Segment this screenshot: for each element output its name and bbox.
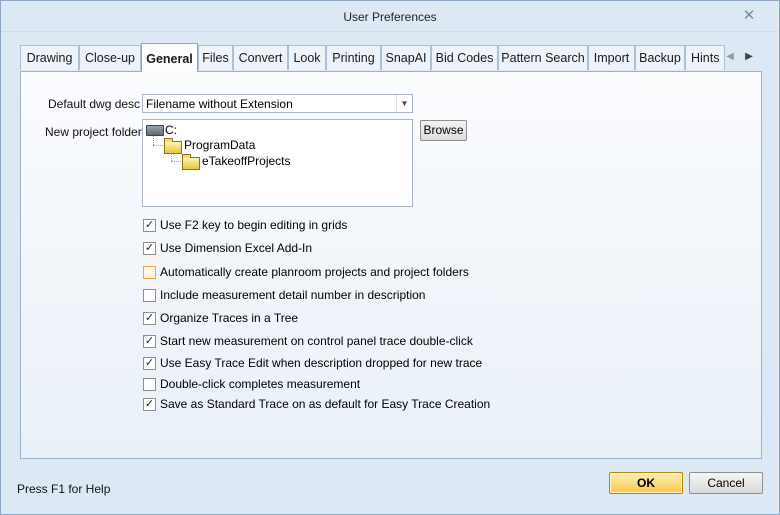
option-label: Start new measurement on control panel t… bbox=[160, 334, 473, 348]
tree-connector bbox=[171, 153, 172, 161]
tree-node-etakeoffprojects[interactable]: eTakeoffProjects bbox=[202, 154, 291, 168]
checkbox-easy-trace-edit[interactable]: ✓ bbox=[143, 357, 156, 370]
tab-close-up[interactable]: Close-up bbox=[79, 45, 141, 70]
option-label: Automatically create planroom projects a… bbox=[160, 265, 469, 279]
cancel-button[interactable]: Cancel bbox=[689, 472, 763, 494]
tree-connector bbox=[153, 145, 163, 146]
tab-backup[interactable]: Backup bbox=[635, 45, 685, 70]
project-folder-label: New project folder : bbox=[45, 125, 149, 139]
tab-snapai[interactable]: SnapAI bbox=[381, 45, 431, 70]
tab-convert[interactable]: Convert bbox=[233, 45, 288, 70]
option-label: Use F2 key to begin editing in grids bbox=[160, 218, 348, 232]
option-label: Organize Traces in a Tree bbox=[160, 311, 299, 325]
dwg-desc-dropdown[interactable]: Filename without Extension ▼ bbox=[142, 94, 413, 113]
tab-scroll-right-icon[interactable]: ▶ bbox=[742, 49, 756, 65]
checkbox-planroom-projects[interactable] bbox=[143, 266, 156, 279]
window-title: User Preferences bbox=[343, 10, 437, 24]
checkbox-double-click-complete[interactable] bbox=[143, 378, 156, 391]
checkbox-detail-number[interactable] bbox=[143, 289, 156, 302]
dwg-desc-label: Default dwg desc : bbox=[48, 97, 147, 111]
close-icon[interactable]: ✕ bbox=[741, 8, 757, 24]
title-bar: User Preferences ✕ bbox=[1, 1, 779, 32]
checkbox-excel-addin[interactable]: ✓ bbox=[143, 242, 156, 255]
help-hint: Press F1 for Help bbox=[17, 482, 111, 496]
checkbox-f2-edit[interactable]: ✓ bbox=[143, 219, 156, 232]
option-label: Use Dimension Excel Add-In bbox=[160, 241, 313, 255]
tree-connector bbox=[171, 161, 181, 162]
folder-icon bbox=[182, 154, 200, 170]
checkbox-organize-traces[interactable]: ✓ bbox=[143, 312, 156, 325]
browse-button[interactable]: Browse bbox=[420, 120, 467, 141]
tab-bid-codes[interactable]: Bid Codes bbox=[431, 45, 498, 70]
user-preferences-dialog: User Preferences ✕ Drawing Close-up Gene… bbox=[0, 0, 780, 515]
option-label: Save as Standard Trace on as default for… bbox=[160, 397, 491, 411]
tab-printing[interactable]: Printing bbox=[326, 45, 381, 70]
chevron-down-icon[interactable]: ▼ bbox=[396, 95, 412, 112]
dwg-desc-value: Filename without Extension bbox=[146, 97, 293, 111]
tab-scroll-left-icon[interactable]: ◀ bbox=[723, 49, 737, 65]
option-label: Double-click completes measurement bbox=[160, 377, 361, 391]
tab-files[interactable]: Files bbox=[198, 45, 233, 70]
checkbox-start-measurement[interactable]: ✓ bbox=[143, 335, 156, 348]
folder-icon bbox=[164, 138, 182, 154]
tree-node-programdata[interactable]: ProgramData bbox=[184, 138, 255, 152]
tree-connector bbox=[153, 136, 154, 145]
tab-look[interactable]: Look bbox=[288, 45, 326, 70]
checkbox-standard-trace[interactable]: ✓ bbox=[143, 398, 156, 411]
project-folder-tree[interactable]: C: ProgramData eTakeoffProjects bbox=[142, 119, 413, 207]
tree-node-drive[interactable]: C: bbox=[165, 123, 177, 137]
drive-icon bbox=[146, 125, 164, 136]
option-label: Include measurement detail number in des… bbox=[160, 288, 426, 302]
tab-import[interactable]: Import bbox=[588, 45, 635, 70]
tab-strip: Drawing Close-up General Files Convert L… bbox=[20, 43, 762, 72]
option-label: Use Easy Trace Edit when description dro… bbox=[160, 356, 483, 370]
tab-hints[interactable]: Hints bbox=[685, 45, 725, 70]
ok-button[interactable]: OK bbox=[609, 472, 683, 494]
tab-pattern-search[interactable]: Pattern Search bbox=[498, 45, 588, 70]
tab-general[interactable]: General bbox=[141, 43, 198, 72]
tab-drawing[interactable]: Drawing bbox=[20, 45, 79, 70]
